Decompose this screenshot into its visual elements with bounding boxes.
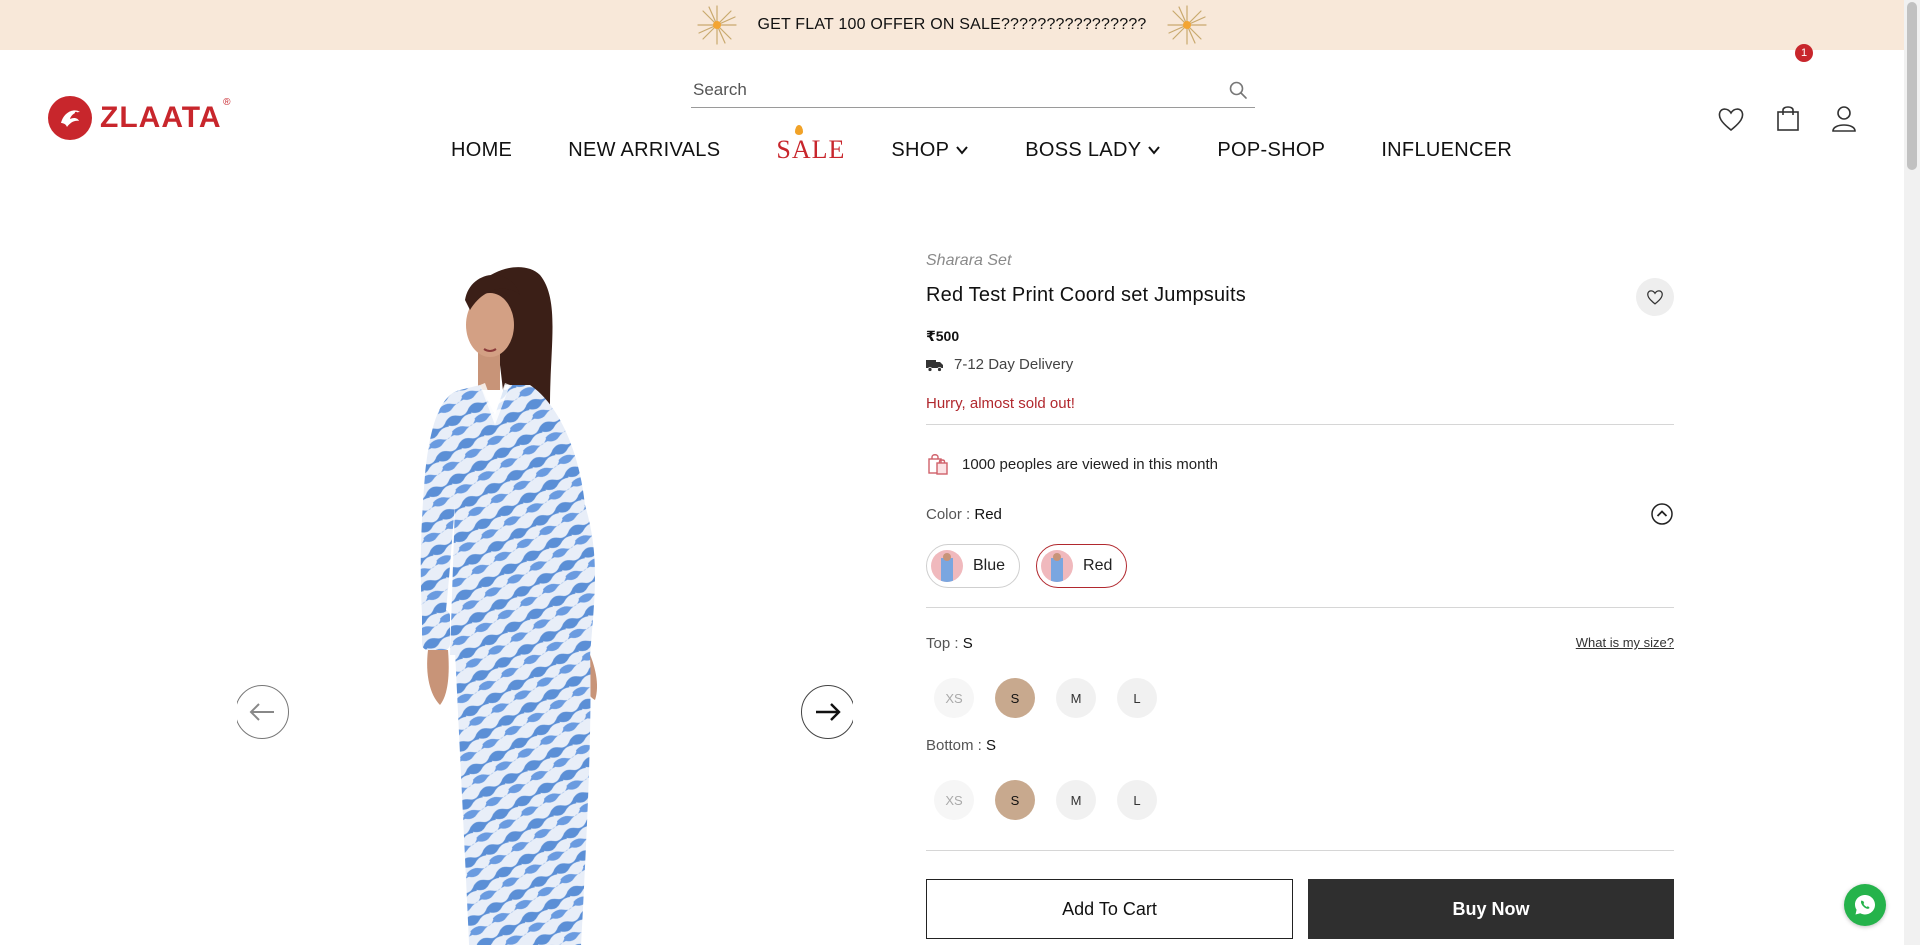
main-nav: HOME NEW ARRIVALS SALE SHOP BOSS LADY PO… bbox=[451, 125, 1568, 170]
next-image-button[interactable] bbox=[801, 685, 853, 739]
chevron-up-icon[interactable] bbox=[1650, 502, 1674, 526]
add-to-cart-button[interactable]: Add To Cart bbox=[926, 879, 1293, 939]
user-icon[interactable] bbox=[1828, 103, 1860, 135]
firework-icon bbox=[1166, 5, 1207, 45]
scrollbar-thumb[interactable] bbox=[1907, 2, 1917, 170]
views-text: 1000 peoples are viewed in this month bbox=[962, 455, 1218, 473]
color-swatch-red[interactable]: Red bbox=[1036, 544, 1128, 588]
divider bbox=[926, 424, 1674, 425]
site-header: ZLAATA® HOME NEW ARRIVALS SALE SHOP BOSS… bbox=[0, 50, 1904, 190]
size-option-l[interactable]: L bbox=[1117, 780, 1157, 820]
product-price: ₹500 bbox=[926, 328, 960, 344]
top-size-options: XS S M L bbox=[934, 678, 1157, 718]
nav-item-influencer[interactable]: INFLUENCER bbox=[1381, 139, 1512, 162]
brand-logo[interactable]: ZLAATA ® bbox=[48, 96, 232, 140]
views-info: 1000 peoples are viewed in this month bbox=[926, 452, 1218, 476]
heart-icon bbox=[1647, 290, 1663, 305]
firework-icon bbox=[697, 5, 738, 45]
bottom-size-options: XS S M L bbox=[934, 780, 1157, 820]
bag-icon[interactable] bbox=[1772, 102, 1804, 134]
color-selected-value: Red bbox=[974, 506, 1002, 523]
registered-mark: ® bbox=[223, 97, 232, 108]
search-bar bbox=[691, 72, 1255, 108]
previous-image-button[interactable] bbox=[237, 685, 289, 739]
size-option-m[interactable]: M bbox=[1056, 780, 1096, 820]
shopping-bags-icon bbox=[928, 454, 948, 475]
arrow-right-icon bbox=[816, 703, 841, 721]
color-thumbnail bbox=[1041, 550, 1074, 582]
bottom-size-label: Bottom : S bbox=[926, 737, 997, 754]
chevron-down-icon bbox=[956, 146, 969, 155]
flame-icon bbox=[795, 125, 804, 135]
whatsapp-chat-button[interactable] bbox=[1844, 884, 1886, 926]
color-selector-header: Color : Red bbox=[926, 503, 1674, 525]
search-input[interactable] bbox=[691, 79, 1227, 100]
product-gallery bbox=[235, 240, 855, 945]
size-option-s[interactable]: S bbox=[995, 780, 1035, 820]
delivery-truck-icon bbox=[926, 359, 943, 372]
announcement-bar: GET FLAT 100 OFFER ON SALE??????????????… bbox=[0, 0, 1904, 50]
size-option-s[interactable]: S bbox=[995, 678, 1035, 718]
product-title: Red Test Print Coord set Jumpsuits bbox=[926, 284, 1246, 306]
color-swatch-blue[interactable]: Blue bbox=[926, 544, 1021, 588]
color-label: Color : bbox=[926, 506, 975, 523]
add-to-wishlist-button[interactable] bbox=[1636, 278, 1674, 316]
nav-item-home[interactable]: HOME bbox=[451, 139, 512, 162]
size-option-m[interactable]: M bbox=[1056, 678, 1096, 718]
nav-item-sale[interactable]: SALE bbox=[776, 125, 845, 165]
size-option-xs[interactable]: XS bbox=[934, 780, 974, 820]
delivery-info: 7-12 Day Delivery bbox=[926, 356, 1073, 373]
color-thumbnail bbox=[931, 550, 963, 582]
divider bbox=[926, 850, 1674, 851]
heart-icon[interactable] bbox=[1715, 103, 1747, 135]
size-option-xs[interactable]: XS bbox=[934, 678, 974, 718]
cart-count-badge: 1 bbox=[1795, 44, 1813, 62]
size-guide-link[interactable]: What is my size? bbox=[1576, 635, 1674, 650]
brand-name: ZLAATA ® bbox=[100, 97, 232, 134]
nav-item-pop-shop[interactable]: POP-SHOP bbox=[1217, 139, 1325, 162]
product-image[interactable] bbox=[410, 255, 730, 945]
product-category: Sharara Set bbox=[926, 252, 1012, 269]
color-swatches: Blue Red bbox=[926, 544, 1128, 588]
nav-item-new-arrivals[interactable]: NEW ARRIVALS bbox=[568, 139, 720, 162]
stock-warning: Hurry, almost sold out! bbox=[926, 395, 1075, 412]
top-size-label: Top : S bbox=[926, 635, 973, 652]
buy-now-button[interactable]: Buy Now bbox=[1308, 879, 1674, 939]
search-icon[interactable] bbox=[1227, 79, 1249, 101]
arrow-left-icon bbox=[249, 703, 274, 721]
divider bbox=[926, 607, 1674, 608]
size-option-l[interactable]: L bbox=[1117, 678, 1157, 718]
whatsapp-icon bbox=[1855, 895, 1875, 915]
chevron-down-icon bbox=[1148, 146, 1161, 155]
logo-emblem-icon bbox=[48, 96, 92, 140]
page-scrollbar[interactable] bbox=[1904, 0, 1920, 945]
announcement-text: GET FLAT 100 OFFER ON SALE??????????????… bbox=[757, 16, 1147, 33]
nav-item-boss-lady[interactable]: BOSS LADY bbox=[1025, 139, 1161, 162]
nav-item-shop[interactable]: SHOP bbox=[891, 139, 969, 162]
color-swatch-label: Red bbox=[1083, 557, 1113, 574]
delivery-text: 7-12 Day Delivery bbox=[954, 356, 1074, 373]
color-swatch-label: Blue bbox=[973, 557, 1006, 574]
